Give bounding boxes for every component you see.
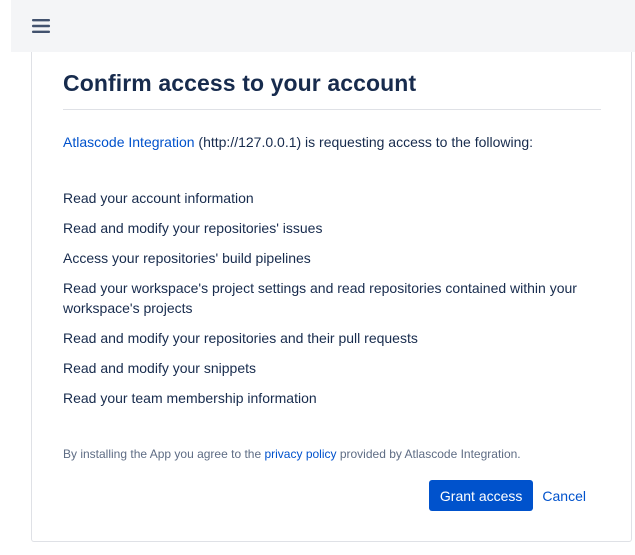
intro-text: (http://127.0.0.1) is requesting access …	[194, 134, 534, 150]
legal-notice: By installing the App you agree to the p…	[63, 446, 603, 462]
cancel-button[interactable]: Cancel	[533, 480, 586, 511]
legal-suffix: provided by Atlascode Integration.	[336, 447, 521, 461]
title-divider	[63, 109, 601, 110]
page-title: Confirm access to your account	[63, 70, 417, 96]
permission-item: Read and modify your repositories' issue…	[63, 220, 323, 236]
permission-item: Read your account information	[63, 190, 254, 206]
grant-access-button[interactable]: Grant access	[428, 480, 534, 511]
permission-item: Read your team membership information	[63, 390, 317, 406]
action-buttons: Grant access Cancel	[428, 480, 586, 511]
permission-item: Read your workspace's project settings a…	[63, 280, 577, 316]
permission-item: Read and modify your repositories and th…	[63, 330, 418, 346]
consent-card: Confirm access to your account Atlascode…	[31, 52, 632, 542]
hamburger-menu-icon[interactable]	[29, 14, 53, 38]
access-request-intro: Atlascode Integration (http://127.0.0.1)…	[63, 133, 603, 151]
app-link[interactable]: Atlascode Integration	[63, 134, 195, 150]
permissions-list: Read your account information Read and m…	[63, 188, 598, 418]
permission-item: Read and modify your snippets	[63, 360, 256, 376]
permission-item: Access your repositories' build pipeline…	[63, 250, 311, 266]
top-bar	[11, 0, 635, 52]
privacy-policy-link[interactable]: privacy policy	[264, 447, 336, 461]
legal-prefix: By installing the App you agree to the	[63, 447, 265, 461]
